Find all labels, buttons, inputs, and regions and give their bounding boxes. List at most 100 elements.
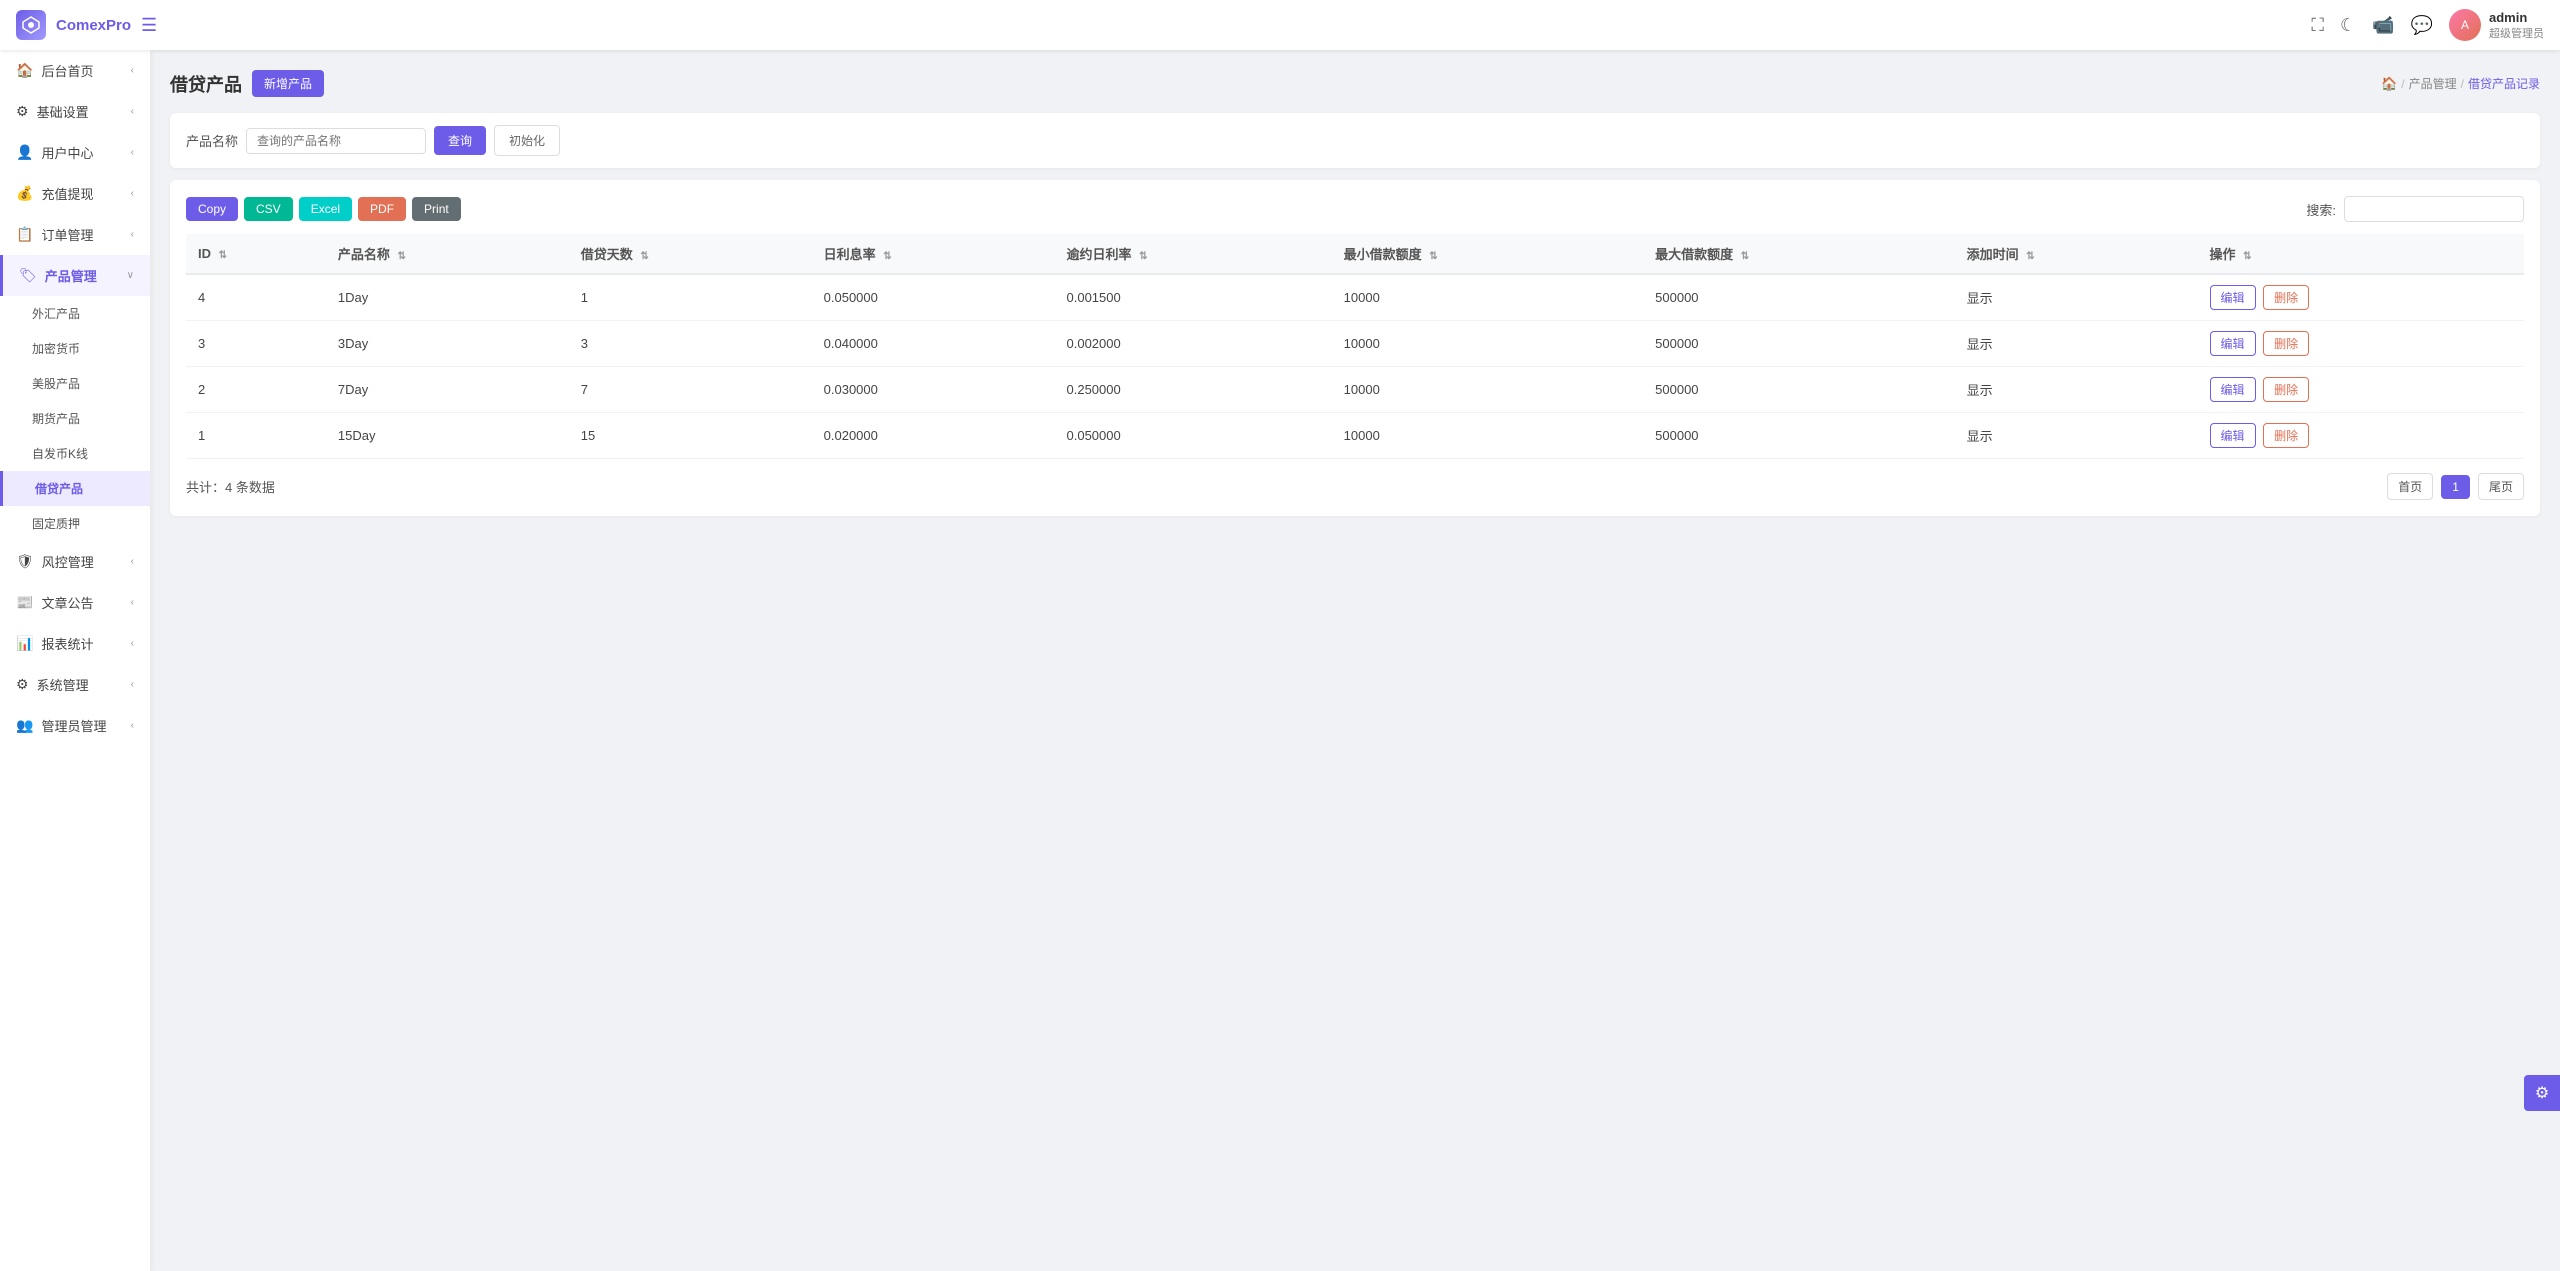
cell-name: 1Day xyxy=(326,274,569,321)
sidebar-item-us-stocks[interactable]: 美股产品 xyxy=(0,366,150,401)
cell-min-amount: 10000 xyxy=(1332,274,1643,321)
cell-days: 3 xyxy=(569,321,812,367)
page-title: 借贷产品 xyxy=(170,71,242,97)
sidebar-item-dashboard[interactable]: 🏠后台首页 ‹ xyxy=(0,50,150,91)
report-icon: 📊 xyxy=(16,635,33,652)
page-header: 借贷产品 新增产品 🏠 / 产品管理 / 借贷产品记录 xyxy=(170,70,2540,97)
new-product-button[interactable]: 新增产品 xyxy=(252,70,324,97)
sidebar-item-article[interactable]: 📰文章公告 ‹ xyxy=(0,582,150,623)
admin-icon: 👥 xyxy=(16,717,33,734)
sidebar: 🏠后台首页 ‹ ⚙基础设置 ‹ 👤用户中心 ‹ 💰充值提现 ‹ 📋订单管理 ‹ … xyxy=(0,50,150,1271)
filter-label: 产品名称 xyxy=(186,131,238,150)
article-icon: 📰 xyxy=(16,594,33,611)
sort-icon-add-time: ⇅ xyxy=(2026,251,2034,262)
screen-share-icon[interactable]: 📹 xyxy=(2372,15,2394,36)
col-add-time[interactable]: 添加时间 ⇅ xyxy=(1955,234,2198,274)
chevron-icon: ‹ xyxy=(131,638,134,649)
hamburger-icon[interactable]: ☰ xyxy=(141,15,157,36)
sort-icon-name: ⇅ xyxy=(398,251,406,262)
breadcrumb: 🏠 / 产品管理 / 借贷产品记录 xyxy=(2381,75,2540,92)
col-min-amount[interactable]: 最小借款额度 ⇅ xyxy=(1332,234,1643,274)
sidebar-item-forex[interactable]: 外汇产品 xyxy=(0,296,150,331)
chevron-icon: ‹ xyxy=(131,720,134,731)
print-button[interactable]: Print xyxy=(412,197,461,221)
product-icon: 🏷 xyxy=(19,267,37,284)
filter-input[interactable] xyxy=(246,128,426,154)
excel-button[interactable]: Excel xyxy=(299,197,352,221)
sidebar-item-user-center[interactable]: 👤用户中心 ‹ xyxy=(0,132,150,173)
query-button[interactable]: 查询 xyxy=(434,126,486,155)
sidebar-item-risk-mgmt[interactable]: 🛡风控管理 ‹ xyxy=(0,541,150,582)
user-info: admin 超级管理员 xyxy=(2489,10,2544,41)
col-overdue-rate[interactable]: 逾约日利率 ⇅ xyxy=(1055,234,1332,274)
sidebar-item-sys-mgmt[interactable]: ⚙系统管理 ‹ xyxy=(0,664,150,705)
delete-button[interactable]: 删除 xyxy=(2263,285,2309,310)
cell-days: 15 xyxy=(569,413,812,459)
notification-icon[interactable]: 💬 xyxy=(2411,15,2433,36)
col-op[interactable]: 操作 ⇅ xyxy=(2198,234,2525,274)
copy-button[interactable]: Copy xyxy=(186,197,238,221)
sidebar-item-recharge[interactable]: 💰充值提现 ‹ xyxy=(0,173,150,214)
sidebar-item-loan-product[interactable]: 借贷产品 xyxy=(0,471,150,506)
col-days[interactable]: 借贷天数 ⇅ xyxy=(569,234,812,274)
pdf-button[interactable]: PDF xyxy=(358,197,406,221)
cell-max-amount: 500000 xyxy=(1643,321,1954,367)
table-search-input[interactable] xyxy=(2344,196,2524,222)
last-page-button[interactable]: 尾页 xyxy=(2478,473,2524,500)
cell-min-amount: 10000 xyxy=(1332,321,1643,367)
edit-button[interactable]: 编辑 xyxy=(2210,331,2256,356)
toolbar-left: Copy CSV Excel PDF Print xyxy=(186,197,461,221)
page-1-button[interactable]: 1 xyxy=(2441,475,2470,499)
user-area[interactable]: A admin 超级管理员 xyxy=(2449,9,2544,41)
first-page-button[interactable]: 首页 xyxy=(2387,473,2433,500)
cell-add-time: 显示 xyxy=(1955,321,2198,367)
sidebar-item-crypto-kline[interactable]: 自发币K线 xyxy=(0,436,150,471)
logo-icon xyxy=(16,10,46,40)
cell-min-amount: 10000 xyxy=(1332,367,1643,413)
edit-button[interactable]: 编辑 xyxy=(2210,423,2256,448)
fullscreen-icon[interactable]: ⛶ xyxy=(2311,15,2324,36)
sidebar-item-admin-mgmt[interactable]: 👥管理员管理 ‹ xyxy=(0,705,150,746)
pagination: 首页 1 尾页 xyxy=(2387,473,2524,500)
toolbar-right: 搜索: xyxy=(2306,196,2524,222)
sort-icon-max-amount: ⇅ xyxy=(1741,251,1749,262)
chevron-icon: ‹ xyxy=(131,556,134,567)
cell-overdue-rate: 0.250000 xyxy=(1055,367,1332,413)
cell-days: 1 xyxy=(569,274,812,321)
user-name: admin xyxy=(2489,10,2544,25)
sidebar-item-futures[interactable]: 期货产品 xyxy=(0,401,150,436)
sidebar-item-fixed-pledge[interactable]: 固定质押 xyxy=(0,506,150,541)
col-id[interactable]: ID ⇅ xyxy=(186,234,326,274)
cell-id: 1 xyxy=(186,413,326,459)
cell-op: 编辑 删除 xyxy=(2198,274,2525,321)
edit-button[interactable]: 编辑 xyxy=(2210,285,2256,310)
cell-overdue-rate: 0.050000 xyxy=(1055,413,1332,459)
settings-icon: ⚙ xyxy=(16,103,29,120)
edit-button[interactable]: 编辑 xyxy=(2210,377,2256,402)
search-label: 搜索: xyxy=(2306,200,2336,219)
gear-float-button[interactable]: ⚙ xyxy=(2524,1075,2560,1111)
col-daily-rate[interactable]: 日利息率 ⇅ xyxy=(812,234,1055,274)
sidebar-item-crypto[interactable]: 加密货币 xyxy=(0,331,150,366)
chevron-icon: ‹ xyxy=(131,65,134,76)
delete-button[interactable]: 删除 xyxy=(2263,331,2309,356)
filter-row: 产品名称 查询 初始化 xyxy=(170,113,2540,168)
csv-button[interactable]: CSV xyxy=(244,197,293,221)
sidebar-item-order[interactable]: 📋订单管理 ‹ xyxy=(0,214,150,255)
chevron-icon: ‹ xyxy=(131,106,134,117)
reset-button[interactable]: 初始化 xyxy=(494,125,560,156)
table-header-row: ID ⇅ 产品名称 ⇅ 借贷天数 ⇅ 日利息率 ⇅ 逾约日利率 ⇅ 最小借款额度… xyxy=(186,234,2524,274)
delete-button[interactable]: 删除 xyxy=(2263,377,2309,402)
delete-button[interactable]: 删除 xyxy=(2263,423,2309,448)
col-max-amount[interactable]: 最大借款额度 ⇅ xyxy=(1643,234,1954,274)
darkmode-icon[interactable]: ☾ xyxy=(2340,15,2356,36)
breadcrumb-product-mgmt: 产品管理 xyxy=(2409,75,2457,92)
sidebar-item-product-mgmt[interactable]: 🏷产品管理 ∨ xyxy=(0,255,150,296)
sidebar-item-basic-settings[interactable]: ⚙基础设置 ‹ xyxy=(0,91,150,132)
risk-icon: 🛡 xyxy=(16,553,34,570)
sort-icon-op: ⇅ xyxy=(2243,251,2251,262)
page-title-area: 借贷产品 新增产品 xyxy=(170,70,324,97)
sidebar-item-report[interactable]: 📊报表统计 ‹ xyxy=(0,623,150,664)
cell-op: 编辑 删除 xyxy=(2198,367,2525,413)
col-name[interactable]: 产品名称 ⇅ xyxy=(326,234,569,274)
